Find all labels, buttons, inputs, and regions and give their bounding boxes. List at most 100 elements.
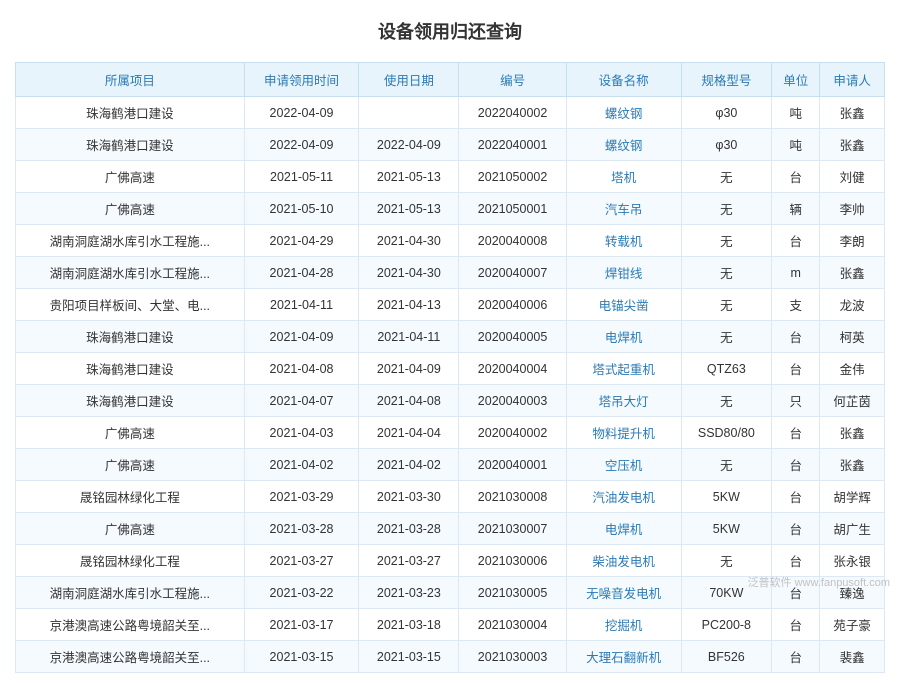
device-name-link[interactable]: 焊钳线 bbox=[605, 267, 643, 281]
cell-1: 2021-05-10 bbox=[244, 193, 359, 225]
table-row: 广佛高速2021-03-282021-03-282021030007电焊机5KW… bbox=[16, 513, 885, 545]
column-header: 申请人 bbox=[820, 63, 885, 97]
cell-4[interactable]: 空压机 bbox=[566, 449, 681, 481]
device-name-link[interactable]: 大理石翻新机 bbox=[586, 651, 661, 665]
device-name-link[interactable]: 挖掘机 bbox=[605, 619, 643, 633]
table-row: 珠海鹤港口建设2022-04-092022-04-092022040001螺纹钢… bbox=[16, 129, 885, 161]
cell-6: 辆 bbox=[772, 193, 820, 225]
device-name-link[interactable]: 空压机 bbox=[605, 459, 643, 473]
device-name-link[interactable]: 无噪音发电机 bbox=[586, 587, 661, 601]
cell-6: 吨 bbox=[772, 97, 820, 129]
device-name-link[interactable]: 电焊机 bbox=[605, 523, 643, 537]
table-row: 广佛高速2021-04-032021-04-042020040002物料提升机S… bbox=[16, 417, 885, 449]
cell-4[interactable]: 电锚尖凿 bbox=[566, 289, 681, 321]
watermark: 泛普软件 www.fanpusoft.com bbox=[748, 574, 890, 590]
table-row: 晟铭园林绿化工程2021-03-292021-03-302021030008汽油… bbox=[16, 481, 885, 513]
cell-4[interactable]: 塔机 bbox=[566, 161, 681, 193]
cell-3: 2020040003 bbox=[459, 385, 566, 417]
device-name-link[interactable]: 汽油发电机 bbox=[592, 491, 655, 505]
cell-6: 台 bbox=[772, 641, 820, 673]
device-name-link[interactable]: 汽车吊 bbox=[605, 203, 643, 217]
cell-2: 2021-04-11 bbox=[359, 321, 459, 353]
cell-6: 台 bbox=[772, 417, 820, 449]
column-header: 申请领用时间 bbox=[244, 63, 359, 97]
cell-0: 广佛高速 bbox=[16, 449, 245, 481]
cell-4[interactable]: 物料提升机 bbox=[566, 417, 681, 449]
cell-1: 2022-04-09 bbox=[244, 129, 359, 161]
cell-4[interactable]: 螺纹钢 bbox=[566, 97, 681, 129]
cell-0: 晟铭园林绿化工程 bbox=[16, 481, 245, 513]
cell-4[interactable]: 塔吊大灯 bbox=[566, 385, 681, 417]
page-title: 设备领用归还查询 bbox=[15, 10, 885, 52]
cell-1: 2021-03-17 bbox=[244, 609, 359, 641]
cell-6: 吨 bbox=[772, 129, 820, 161]
table-row: 珠海鹤港口建设2022-04-092022040002螺纹钢φ30吨张鑫 bbox=[16, 97, 885, 129]
cell-4[interactable]: 无噪音发电机 bbox=[566, 577, 681, 609]
table-row: 珠海鹤港口建设2021-04-082021-04-092020040004塔式起… bbox=[16, 353, 885, 385]
device-name-link[interactable]: 柴油发电机 bbox=[592, 555, 655, 569]
table-row: 珠海鹤港口建设2021-04-092021-04-112020040005电焊机… bbox=[16, 321, 885, 353]
cell-0: 广佛高速 bbox=[16, 513, 245, 545]
cell-4[interactable]: 电焊机 bbox=[566, 513, 681, 545]
device-name-link[interactable]: 塔吊大灯 bbox=[599, 395, 649, 409]
device-name-link[interactable]: 塔式起重机 bbox=[592, 363, 655, 377]
cell-6: 台 bbox=[772, 321, 820, 353]
cell-3: 2020040004 bbox=[459, 353, 566, 385]
cell-7: 李帅 bbox=[820, 193, 885, 225]
table-row: 贵阳项目样板间、大堂、电...2021-04-112021-04-1320200… bbox=[16, 289, 885, 321]
device-name-link[interactable]: 螺纹钢 bbox=[605, 107, 643, 121]
cell-0: 贵阳项目样板间、大堂、电... bbox=[16, 289, 245, 321]
cell-1: 2021-03-15 bbox=[244, 641, 359, 673]
table-row: 广佛高速2021-04-022021-04-022020040001空压机无台张… bbox=[16, 449, 885, 481]
cell-4[interactable]: 塔式起重机 bbox=[566, 353, 681, 385]
device-name-link[interactable]: 塔机 bbox=[611, 171, 636, 185]
table-row: 京港澳高速公路粤境韶关至...2021-03-172021-03-1820210… bbox=[16, 609, 885, 641]
cell-6: 台 bbox=[772, 545, 820, 577]
cell-4[interactable]: 电焊机 bbox=[566, 321, 681, 353]
cell-5: 无 bbox=[681, 545, 772, 577]
cell-7: 张永银 bbox=[820, 545, 885, 577]
cell-1: 2021-04-29 bbox=[244, 225, 359, 257]
device-name-link[interactable]: 螺纹钢 bbox=[605, 139, 643, 153]
cell-2: 2021-05-13 bbox=[359, 193, 459, 225]
cell-3: 2020040007 bbox=[459, 257, 566, 289]
cell-4[interactable]: 焊钳线 bbox=[566, 257, 681, 289]
device-name-link[interactable]: 电锚尖凿 bbox=[599, 299, 649, 313]
cell-3: 2022040002 bbox=[459, 97, 566, 129]
device-name-link[interactable]: 电焊机 bbox=[605, 331, 643, 345]
cell-2: 2021-03-23 bbox=[359, 577, 459, 609]
cell-0: 湖南洞庭湖水库引水工程施... bbox=[16, 577, 245, 609]
cell-6: 台 bbox=[772, 449, 820, 481]
cell-6: 台 bbox=[772, 225, 820, 257]
cell-7: 龙波 bbox=[820, 289, 885, 321]
cell-4[interactable]: 汽油发电机 bbox=[566, 481, 681, 513]
cell-2: 2021-04-08 bbox=[359, 385, 459, 417]
cell-5: 5KW bbox=[681, 481, 772, 513]
cell-7: 张鑫 bbox=[820, 257, 885, 289]
cell-4[interactable]: 大理石翻新机 bbox=[566, 641, 681, 673]
cell-0: 广佛高速 bbox=[16, 417, 245, 449]
cell-4[interactable]: 螺纹钢 bbox=[566, 129, 681, 161]
cell-2: 2021-03-28 bbox=[359, 513, 459, 545]
cell-7: 胡学辉 bbox=[820, 481, 885, 513]
column-header: 所属项目 bbox=[16, 63, 245, 97]
table-row: 湖南洞庭湖水库引水工程施...2021-04-292021-04-3020200… bbox=[16, 225, 885, 257]
cell-4[interactable]: 柴油发电机 bbox=[566, 545, 681, 577]
cell-7: 李朗 bbox=[820, 225, 885, 257]
device-name-link[interactable]: 转载机 bbox=[605, 235, 643, 249]
device-name-link[interactable]: 物料提升机 bbox=[592, 427, 655, 441]
cell-6: 只 bbox=[772, 385, 820, 417]
table-row: 晟铭园林绿化工程2021-03-272021-03-272021030006柴油… bbox=[16, 545, 885, 577]
cell-3: 2021030004 bbox=[459, 609, 566, 641]
cell-3: 2020040002 bbox=[459, 417, 566, 449]
cell-1: 2021-03-27 bbox=[244, 545, 359, 577]
cell-2: 2021-04-09 bbox=[359, 353, 459, 385]
cell-5: SSD80/80 bbox=[681, 417, 772, 449]
cell-4[interactable]: 转载机 bbox=[566, 225, 681, 257]
cell-6: 台 bbox=[772, 161, 820, 193]
column-header: 规格型号 bbox=[681, 63, 772, 97]
cell-4[interactable]: 挖掘机 bbox=[566, 609, 681, 641]
table-row: 京港澳高速公路粤境韶关至...2021-03-152021-03-1520210… bbox=[16, 641, 885, 673]
cell-4[interactable]: 汽车吊 bbox=[566, 193, 681, 225]
cell-7: 张鑫 bbox=[820, 97, 885, 129]
